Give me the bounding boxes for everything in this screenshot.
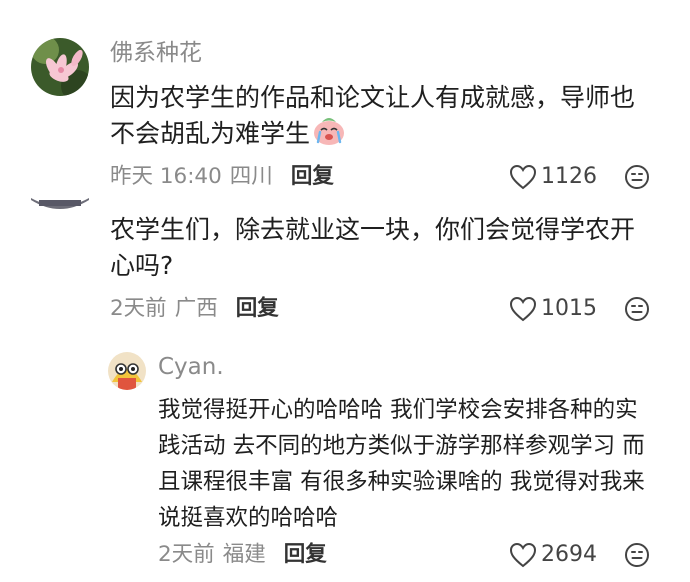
like-count: 2694 — [541, 542, 597, 567]
reply-button[interactable]: 回复 — [284, 542, 327, 567]
heart-outline-icon — [509, 542, 537, 568]
emoji-react-button[interactable] — [624, 542, 650, 572]
comment-meta: 2天前 广西 回复 — [110, 294, 279, 324]
emoji-face-icon — [625, 165, 649, 189]
timestamp: 昨天 16:40 — [110, 164, 222, 189]
comment-meta: 2天前 福建 回复 — [158, 540, 327, 570]
emoji-face-icon — [625, 297, 649, 321]
comment-meta: 昨天 16:40 四川 回复 — [110, 162, 334, 192]
reply-comment: Cyan. 我觉得挺开心的哈哈哈 我们学校会安排各种的实践活动 去不同的地方类似… — [0, 340, 690, 582]
comment-2: 农学生们，除去就业这一块，你们会觉得学农开心吗? 2天前 广西 回复 1015 — [0, 174, 690, 340]
comment-text: 农学生们，除去就业这一块，你们会觉得学农开心吗? — [110, 215, 636, 280]
avatar[interactable] — [31, 38, 89, 96]
like-button[interactable]: 1126 — [509, 162, 597, 192]
reply-button[interactable]: 回复 — [236, 296, 279, 321]
heart-outline-icon — [509, 164, 537, 190]
emoji-react-button[interactable] — [624, 164, 650, 194]
crying-face-sticker-icon — [312, 116, 346, 156]
avatar[interactable] — [31, 174, 89, 232]
heart-outline-icon — [509, 296, 537, 322]
comment-text: 因为农学生的作品和论文让人有成就感，导师也不会胡乱为难学生 — [110, 80, 650, 156]
location: 广西 — [174, 296, 218, 321]
comment-text-body: 因为农学生的作品和论文让人有成就感，导师也不会胡乱为难学生 — [110, 83, 636, 148]
timestamp: 2天前 — [110, 296, 167, 321]
like-count: 1126 — [541, 164, 597, 189]
like-button[interactable]: 2694 — [509, 540, 597, 570]
username[interactable]: Cyan. — [158, 352, 224, 382]
avatar[interactable] — [108, 352, 146, 390]
emoji-face-icon — [625, 543, 649, 567]
comment-1: 佛系种花 因为农学生的作品和论文让人有成就感，导师也不会胡乱为难学生 昨天 16… — [0, 0, 690, 200]
timestamp: 2天前 — [158, 542, 215, 567]
like-count: 1015 — [541, 296, 597, 321]
location: 四川 — [229, 164, 273, 189]
comment-text: 我觉得挺开心的哈哈哈 我们学校会安排各种的实践活动 去不同的地方类似于游学那样参… — [158, 397, 645, 531]
username[interactable]: 佛系种花 — [110, 38, 202, 68]
reply-button[interactable]: 回复 — [291, 164, 334, 189]
location: 福建 — [222, 542, 266, 567]
like-button[interactable]: 1015 — [509, 294, 597, 324]
emoji-react-button[interactable] — [624, 296, 650, 326]
